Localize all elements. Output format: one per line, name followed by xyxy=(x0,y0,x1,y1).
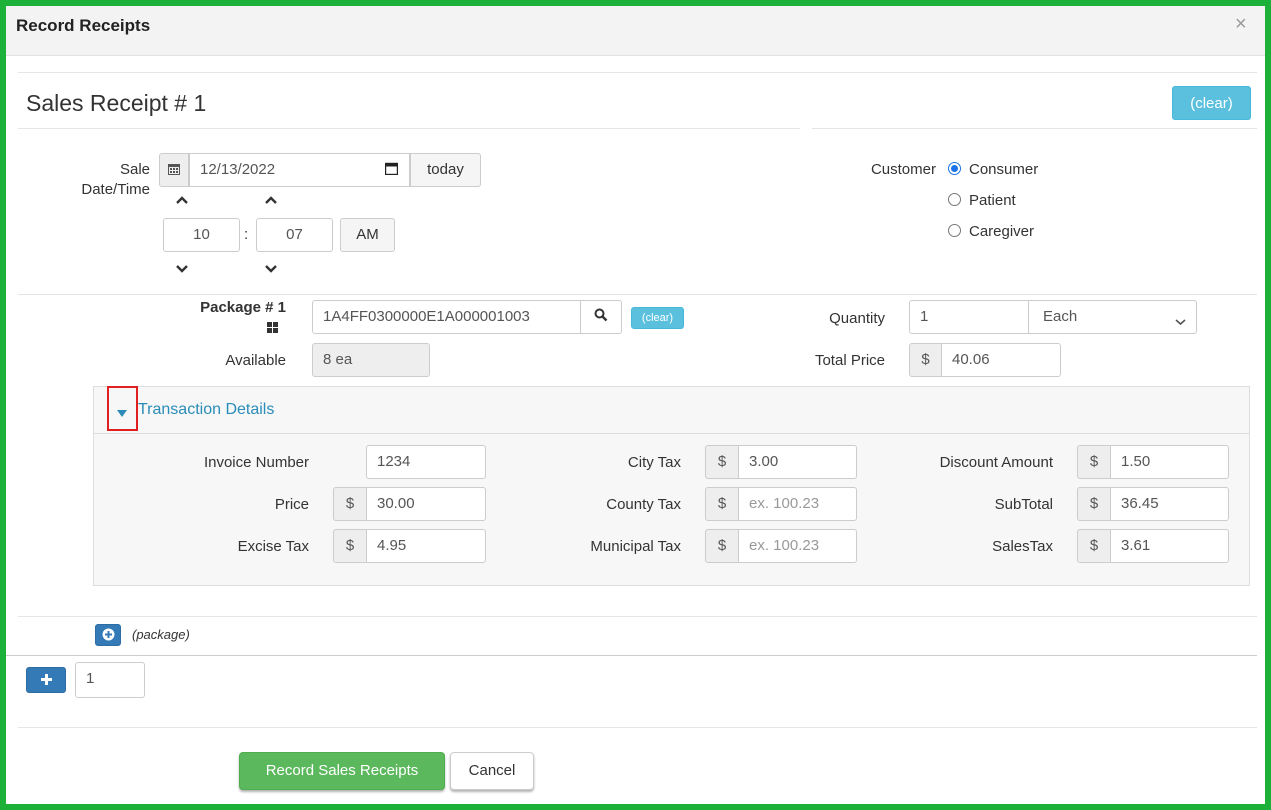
currency-addon: $ xyxy=(705,529,739,563)
package-clear-button[interactable]: (clear) xyxy=(631,307,684,329)
unit-select-value: Each xyxy=(1043,308,1078,325)
unit-select[interactable]: Each xyxy=(1028,300,1197,334)
quantity-input[interactable]: 1 xyxy=(909,300,1029,334)
cancel-button[interactable]: Cancel xyxy=(450,752,534,790)
hour-up-chevron-icon[interactable] xyxy=(176,194,188,208)
invoice-number-input[interactable]: 1234 xyxy=(366,445,486,479)
calendar-icon xyxy=(159,153,189,187)
currency-addon: $ xyxy=(1077,529,1111,563)
sale-date-value: 12/13/2022 xyxy=(200,161,276,178)
municipal-tax-label: Municipal Tax xyxy=(590,538,681,555)
divider xyxy=(18,294,1257,295)
sale-label: Sale xyxy=(119,161,150,178)
divider xyxy=(6,655,1257,656)
minute-down-chevron-icon[interactable] xyxy=(265,262,277,276)
sales-tax-label: SalesTax xyxy=(992,538,1053,555)
divider xyxy=(18,727,1257,728)
today-button[interactable]: today xyxy=(410,153,481,187)
date-time-label: Date/Time xyxy=(81,181,150,198)
minute-input[interactable]: 07 xyxy=(256,218,333,252)
currency-addon: $ xyxy=(705,487,739,521)
chevron-down-icon xyxy=(1175,313,1186,330)
city-tax-label: City Tax xyxy=(627,454,681,471)
city-tax-input[interactable]: 3.00 xyxy=(738,445,857,479)
currency-addon: $ xyxy=(1077,445,1111,479)
invoice-number-label: Invoice Number xyxy=(203,454,309,471)
time-separator: : xyxy=(244,226,249,243)
discount-amount-label: Discount Amount xyxy=(939,454,1053,471)
modal-header xyxy=(6,6,1265,56)
caret-down-icon[interactable] xyxy=(117,405,127,422)
sales-tax-input[interactable]: 3.61 xyxy=(1110,529,1229,563)
currency-addon: $ xyxy=(705,445,739,479)
radio-icon xyxy=(948,193,961,206)
customer-radio-patient[interactable]: Patient xyxy=(948,192,1016,209)
total-price-label: Total Price xyxy=(814,352,885,369)
date-picker-icon[interactable] xyxy=(384,162,399,179)
hour-down-chevron-icon[interactable] xyxy=(176,262,188,276)
receipt-title: Sales Receipt # 1 xyxy=(26,90,207,116)
radio-icon xyxy=(948,224,961,237)
sale-date-input[interactable]: 12/13/2022 xyxy=(189,153,410,187)
ampm-toggle-button[interactable]: AM xyxy=(340,218,395,252)
minute-up-chevron-icon[interactable] xyxy=(265,194,277,208)
subtotal-label: SubTotal xyxy=(994,496,1053,513)
customer-radio-caregiver[interactable]: Caregiver xyxy=(948,223,1034,240)
customer-option-label: Caregiver xyxy=(969,223,1035,240)
receipt-clear-button[interactable]: (clear) xyxy=(1172,86,1251,120)
divider xyxy=(18,72,1257,73)
divider xyxy=(812,128,1257,129)
add-receipt-button[interactable] xyxy=(26,667,66,693)
available-value: 8 ea xyxy=(312,343,430,377)
customer-label: Customer xyxy=(870,161,936,178)
quantity-label: Quantity xyxy=(829,310,885,327)
barcode-grid-icon[interactable] xyxy=(267,320,278,337)
county-tax-label: County Tax xyxy=(606,496,681,513)
customer-option-label: Consumer xyxy=(969,161,1039,178)
plus-circle-icon xyxy=(102,628,114,641)
modal-title: Record Receipts xyxy=(16,16,151,35)
price-label: Price xyxy=(274,496,309,513)
currency-addon: $ xyxy=(1077,487,1111,521)
close-icon[interactable]: × xyxy=(1235,13,1247,36)
divider xyxy=(18,616,1257,617)
discount-amount-input[interactable]: 1.50 xyxy=(1110,445,1229,479)
hour-input[interactable]: 10 xyxy=(163,218,240,252)
divider xyxy=(18,128,800,129)
excise-tax-input[interactable]: 4.95 xyxy=(366,529,486,563)
currency-addon: $ xyxy=(909,343,942,377)
add-package-label: (package) xyxy=(132,627,190,642)
currency-addon: $ xyxy=(333,529,367,563)
municipal-tax-input[interactable]: ex. 100.23 xyxy=(738,529,857,563)
plus-icon xyxy=(40,674,52,685)
search-icon[interactable] xyxy=(580,300,622,334)
subtotal-input[interactable]: 36.45 xyxy=(1110,487,1229,521)
add-package-button[interactable] xyxy=(95,624,121,646)
total-price-input[interactable]: 40.06 xyxy=(941,343,1061,377)
county-tax-input[interactable]: ex. 100.23 xyxy=(738,487,857,521)
customer-option-label: Patient xyxy=(969,192,1016,209)
package-tag-input[interactable]: 1A4FF0300000E1A000001003 xyxy=(312,300,581,334)
transaction-details-toggle[interactable]: Transaction Details xyxy=(138,401,274,419)
record-sales-receipts-button[interactable]: Record Sales Receipts xyxy=(239,752,445,790)
add-receipt-count-input[interactable]: 1 xyxy=(75,662,145,698)
excise-tax-label: Excise Tax xyxy=(237,538,309,555)
customer-radio-consumer[interactable]: Consumer xyxy=(948,161,1038,178)
available-label: Available xyxy=(225,352,286,369)
radio-checked-icon xyxy=(948,162,961,175)
currency-addon: $ xyxy=(333,487,367,521)
price-input[interactable]: 30.00 xyxy=(366,487,486,521)
package-label: Package # 1 xyxy=(200,299,286,316)
